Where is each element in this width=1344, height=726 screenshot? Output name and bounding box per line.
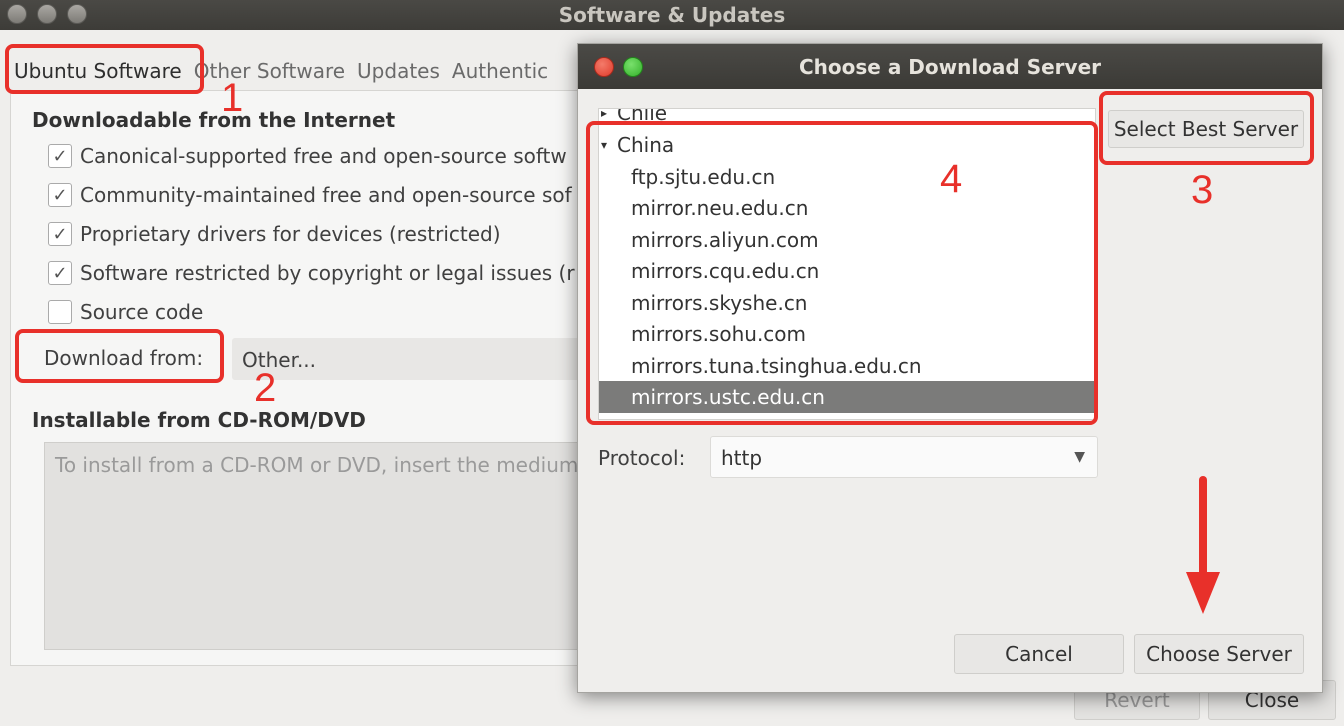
annotation-arrow-down-icon (1186, 572, 1220, 614)
cdrom-hint-text: To install from a CD-ROM or DVD, insert … (55, 453, 579, 477)
protocol-label: Protocol: (598, 446, 686, 470)
annotation-box-best-server (1099, 91, 1314, 165)
checkbox-label: Proprietary drivers for devices (restric… (80, 222, 501, 246)
dropdown-arrow-icon: ▼ (1074, 449, 1085, 465)
checkbox-checked-icon[interactable]: ✓ (48, 261, 72, 285)
checkbox-row-canonical[interactable]: ✓ Canonical-supported free and open-sour… (48, 144, 567, 168)
checkbox-checked-icon[interactable]: ✓ (48, 144, 72, 168)
installable-section-title: Installable from CD-ROM/DVD (32, 408, 366, 432)
annotation-number-4: 4 (940, 157, 963, 201)
checkbox-label: Canonical-supported free and open-source… (80, 144, 567, 168)
dialog-title: Choose a Download Server (798, 55, 1101, 79)
cancel-button[interactable]: Cancel (954, 634, 1124, 674)
dialog-titlebar: Choose a Download Server (578, 44, 1322, 89)
checkbox-row-restricted[interactable]: ✓ Software restricted by copyright or le… (48, 261, 575, 285)
checkbox-row-community[interactable]: ✓ Community-maintained free and open-sou… (48, 183, 572, 207)
checkbox-row-proprietary-drivers[interactable]: ✓ Proprietary drivers for devices (restr… (48, 222, 501, 246)
tab-other-software[interactable]: Other Software (188, 52, 351, 90)
cdrom-sources-box: To install from a CD-ROM or DVD, insert … (44, 442, 604, 650)
checkbox-label: Software restricted by copyright or lega… (80, 261, 575, 285)
downloadable-section-title: Downloadable from the Internet (32, 108, 396, 132)
annotation-number-3: 3 (1191, 168, 1214, 212)
tab-updates[interactable]: Updates (351, 52, 446, 90)
tab-authentication[interactable]: Authentic (446, 52, 554, 90)
checkbox-checked-icon[interactable]: ✓ (48, 183, 72, 207)
window-title: Software & Updates (558, 3, 786, 27)
protocol-value: http (721, 446, 763, 470)
annotation-box-server-list (586, 121, 1098, 425)
checkbox-checked-icon[interactable]: ✓ (48, 222, 72, 246)
annotation-arrow-shaft (1199, 476, 1207, 576)
annotation-number-1: 1 (221, 76, 244, 120)
checkbox-label: Source code (80, 300, 204, 324)
download-from-select[interactable]: Other... (232, 338, 592, 380)
annotation-box-tab (5, 44, 204, 94)
choose-server-button[interactable]: Choose Server (1134, 634, 1304, 674)
checkbox-unchecked-icon[interactable] (48, 300, 72, 324)
checkbox-label: Community-maintained free and open-sourc… (80, 183, 572, 207)
annotation-number-2: 2 (254, 366, 277, 410)
annotation-box-download-from (15, 329, 224, 383)
protocol-select[interactable]: http ▼ (710, 436, 1098, 478)
main-window-titlebar: Software & Updates (0, 0, 1344, 30)
checkbox-row-source-code[interactable]: Source code (48, 300, 203, 324)
